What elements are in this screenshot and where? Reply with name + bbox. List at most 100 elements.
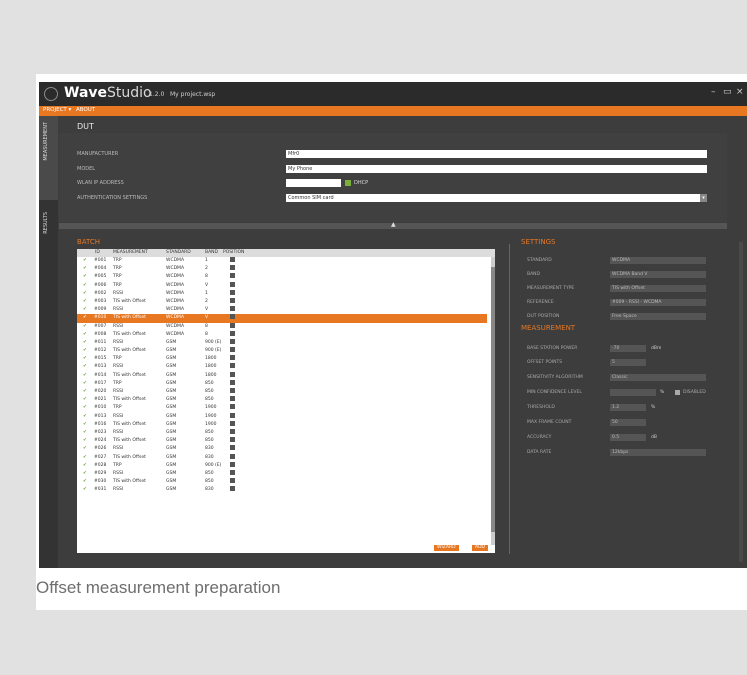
- position-icon[interactable]: [230, 363, 235, 369]
- table-scrollbar[interactable]: [491, 257, 495, 545]
- position-icon[interactable]: [230, 355, 235, 361]
- position-icon[interactable]: [230, 330, 235, 336]
- position-icon[interactable]: [230, 428, 235, 434]
- bs-power-input[interactable]: -70: [610, 345, 646, 352]
- table-row[interactable]: ✔ #008 TIS with Offset WCDMA 8: [77, 330, 487, 339]
- position-icon[interactable]: [230, 281, 235, 287]
- accuracy-input[interactable]: 0.5: [610, 434, 646, 441]
- position-icon[interactable]: [230, 469, 235, 475]
- tab-results[interactable]: RESULTS: [39, 206, 58, 266]
- table-row[interactable]: ✔ #013 RSSI GSM 1800: [77, 363, 487, 371]
- table-row[interactable]: ✔ #006 TRP WCDMA V: [77, 281, 487, 290]
- table-row[interactable]: ✔ #017 TRP GSM 850: [77, 379, 487, 388]
- dhcp-checkbox[interactable]: [345, 180, 351, 186]
- table-row[interactable]: ✔ #003 TIS with Offset WCDMA 2: [77, 297, 487, 306]
- table-row[interactable]: ✔ #001 TRP WCDMA 1: [77, 257, 487, 265]
- reference-select[interactable]: #009 - RSSI - WCDMA: [610, 299, 706, 306]
- position-icon[interactable]: [230, 396, 235, 402]
- disabled-checkbox[interactable]: [675, 390, 680, 395]
- position-icon[interactable]: [230, 257, 235, 262]
- offset-input[interactable]: 5: [610, 359, 646, 366]
- scroll-thumb[interactable]: [491, 267, 495, 532]
- col-band[interactable]: BAND: [205, 250, 218, 255]
- chevron-down-icon[interactable]: ▾: [700, 194, 707, 202]
- table-row[interactable]: ✔ #002 RSSI WCDMA 1: [77, 289, 487, 298]
- menu-about[interactable]: ABOUT: [76, 107, 95, 113]
- mtype-select[interactable]: TIS with Offset: [610, 285, 706, 292]
- table-row[interactable]: ✔ #031 RSSI GSM 830: [77, 486, 487, 494]
- table-row[interactable]: ✔ #004 TRP WCDMA 2: [77, 265, 487, 273]
- collapse-bar[interactable]: ▲: [59, 221, 727, 229]
- close-icon[interactable]: ×: [736, 87, 744, 97]
- table-row[interactable]: ✔ #021 TIS with Offset GSM 850: [77, 396, 487, 404]
- position-icon[interactable]: [230, 461, 235, 467]
- position-icon[interactable]: [230, 478, 235, 484]
- table-row[interactable]: ✔ #010 TRP GSM 1900: [77, 404, 487, 412]
- manufacturer-input[interactable]: Mfr0: [286, 150, 707, 158]
- dut-position-select[interactable]: Free Space: [610, 313, 706, 320]
- table-row[interactable]: ✔ #011 RSSI GSM 900 (E): [77, 338, 487, 347]
- table-row[interactable]: ✔ #023 RSSI GSM 850: [77, 428, 487, 437]
- position-icon[interactable]: [230, 289, 235, 295]
- col-id[interactable]: ID: [95, 250, 100, 255]
- table-row[interactable]: ✔ #027 TIS with Offset GSM 830: [77, 453, 487, 462]
- position-icon[interactable]: [230, 379, 235, 385]
- table-row[interactable]: ✔ #028 TRP GSM 900 (E): [77, 461, 487, 470]
- wizard-button[interactable]: WIZARD: [434, 545, 459, 551]
- menu-project[interactable]: PROJECT ▾: [43, 107, 71, 113]
- table-row[interactable]: ✔ #009 RSSI WCDMA V: [77, 306, 487, 314]
- position-icon[interactable]: [230, 437, 235, 443]
- col-measurement[interactable]: MEASUREMENT: [113, 250, 148, 255]
- table-row[interactable]: ✔ #024 TIS with Offset GSM 850: [77, 437, 487, 445]
- min-conf-input[interactable]: [610, 389, 656, 396]
- table-row[interactable]: ✔ #026 RSSI GSM 830: [77, 445, 487, 453]
- position-icon[interactable]: [230, 273, 235, 279]
- cell-measurement: TRP: [113, 356, 122, 362]
- table-row[interactable]: ✔ #029 RSSI GSM 850: [77, 469, 487, 478]
- max-frame-input[interactable]: 50: [610, 419, 646, 426]
- position-icon[interactable]: [230, 404, 235, 410]
- position-icon[interactable]: [230, 338, 235, 344]
- add-button[interactable]: ADD: [472, 545, 489, 551]
- col-standard[interactable]: STANDARD: [166, 250, 191, 255]
- table-row[interactable]: ✔ #013 RSSI GSM 1900: [77, 412, 487, 421]
- position-icon[interactable]: [230, 486, 235, 492]
- table-row[interactable]: ✔ #015 TRP GSM 1800: [77, 355, 487, 363]
- position-icon[interactable]: [230, 371, 235, 377]
- position-icon[interactable]: [230, 412, 235, 418]
- position-icon[interactable]: [230, 314, 235, 320]
- table-row[interactable]: ✔ #016 TIS with Offset GSM 1900: [77, 420, 487, 429]
- position-icon[interactable]: [230, 388, 235, 393]
- position-icon[interactable]: [230, 420, 235, 426]
- cell-standard: WCDMA: [166, 266, 185, 272]
- position-icon[interactable]: [230, 306, 235, 312]
- settings-scrollbar[interactable]: [739, 242, 743, 562]
- sens-select[interactable]: Classic: [610, 374, 706, 381]
- standard-select[interactable]: WCDMA: [610, 257, 706, 264]
- table-row[interactable]: ✔ #005 TRP WCDMA 8: [77, 273, 487, 281]
- col-position[interactable]: POSITION: [223, 250, 244, 255]
- table-row[interactable]: ✔ #020 RSSI GSM 850: [77, 388, 487, 396]
- table-row[interactable]: ✔ #012 TIS with Offset GSM 900 (E): [77, 347, 487, 355]
- table-row[interactable]: ✔ #010 TIS with Offset WCDMA V: [77, 314, 487, 323]
- threshold-input[interactable]: 1.2: [610, 404, 646, 411]
- model-input[interactable]: My Phone: [286, 165, 707, 173]
- maximize-icon[interactable]: ▭: [723, 87, 732, 97]
- position-icon[interactable]: [230, 347, 235, 353]
- tab-measurement[interactable]: MEASUREMENT: [39, 116, 58, 200]
- table-row[interactable]: ✔ #030 TIS with Offset GSM 850: [77, 478, 487, 486]
- disabled-label: DISABLED: [683, 390, 706, 395]
- wlan-input[interactable]: [286, 179, 341, 187]
- datarate-select[interactable]: 12kbps: [610, 449, 706, 456]
- table-row[interactable]: ✔ #014 TIS with Offset GSM 1800: [77, 371, 487, 380]
- table-row[interactable]: ✔ #007 RSSI WCDMA 8: [77, 322, 487, 331]
- position-icon[interactable]: [230, 265, 235, 271]
- band-select[interactable]: WCDMA Band V: [610, 271, 706, 278]
- cell-measurement: TRP: [113, 258, 122, 263]
- position-icon[interactable]: [230, 445, 235, 451]
- auth-select[interactable]: Common SIM card: [286, 194, 707, 202]
- position-icon[interactable]: [230, 297, 235, 303]
- minimize-icon[interactable]: –: [711, 87, 716, 97]
- position-icon[interactable]: [230, 322, 235, 328]
- position-icon[interactable]: [230, 453, 235, 459]
